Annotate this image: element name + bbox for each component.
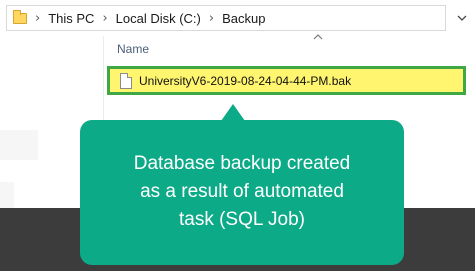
chevron-right-icon[interactable]: › [102, 11, 107, 26]
file-row-highlighted[interactable]: UniversityV6-2019-08-24-04-44-PM.bak [107, 66, 466, 95]
file-name[interactable]: UniversityV6-2019-08-24-04-44-PM.bak [139, 74, 351, 88]
breadcrumb-backup[interactable]: Backup [222, 11, 265, 26]
chevron-right-icon[interactable]: › [35, 11, 40, 26]
callout-pointer [221, 104, 245, 121]
breadcrumb-local-disk[interactable]: Local Disk (C:) [116, 11, 201, 26]
sort-up-icon [313, 34, 323, 40]
callout-box: Database backup created as a result of a… [80, 120, 404, 265]
callout-line: as a result of automated [140, 181, 344, 202]
address-history-dropdown-button[interactable] [452, 8, 472, 28]
callout-text: Database backup created as a result of a… [80, 150, 404, 234]
file-icon [120, 72, 132, 89]
navigation-pane-item[interactable] [0, 130, 38, 160]
address-bar[interactable]: › This PC › Local Disk (C:) › Backup [6, 5, 446, 31]
chevron-down-icon [457, 15, 467, 21]
column-header-name[interactable]: Name [117, 42, 149, 56]
callout-line: task (SQL Job) [178, 209, 305, 230]
breadcrumb-this-pc[interactable]: This PC [48, 11, 94, 26]
chevron-right-icon[interactable]: › [209, 11, 214, 26]
navigation-pane-item[interactable] [0, 182, 14, 208]
folder-icon [13, 9, 27, 24]
callout-line: Database backup created [133, 153, 351, 174]
